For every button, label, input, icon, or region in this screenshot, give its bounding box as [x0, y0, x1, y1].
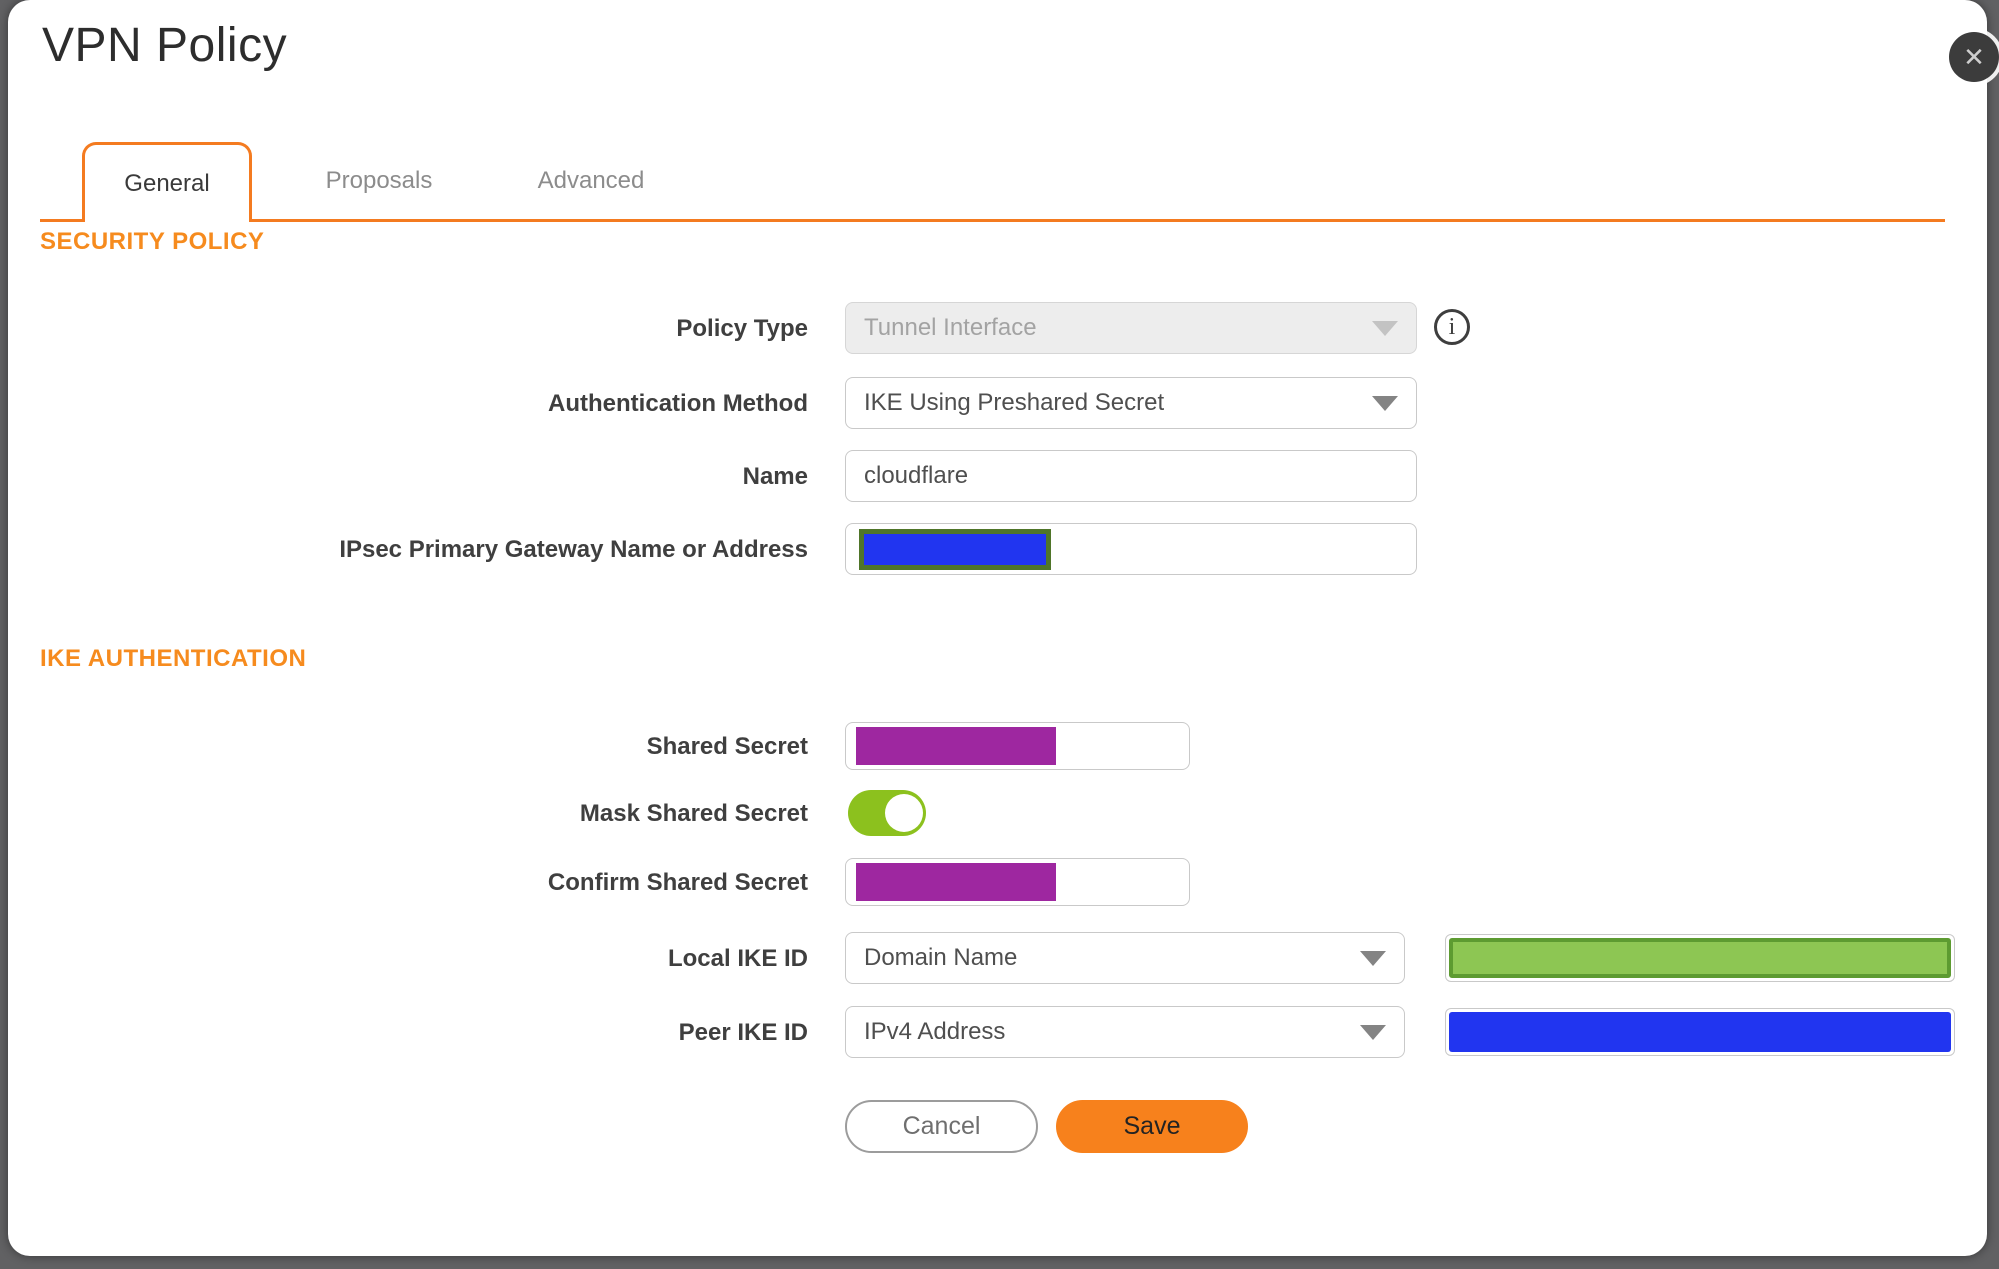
gateway-label: IPsec Primary Gateway Name or Address	[339, 536, 808, 563]
chevron-down-icon	[1360, 1025, 1386, 1040]
name-value: cloudflare	[864, 462, 969, 489]
policy-type-label: Policy Type	[676, 315, 808, 342]
page-title: VPN Policy	[42, 19, 288, 72]
tab-proposals[interactable]: Proposals	[294, 142, 464, 219]
local-ike-id-value-input[interactable]	[1445, 934, 1955, 982]
save-button[interactable]: Save	[1056, 1100, 1248, 1153]
policy-type-select: Tunnel Interface	[845, 302, 1417, 354]
tab-general[interactable]: General	[82, 142, 252, 222]
confirm-shared-secret-redaction-box	[856, 863, 1056, 901]
cancel-button[interactable]: Cancel	[845, 1100, 1038, 1153]
peer-ike-id-redaction-box	[1449, 1012, 1951, 1052]
chevron-down-icon	[1372, 321, 1398, 336]
auth-method-select[interactable]: IKE Using Preshared Secret	[845, 377, 1417, 429]
mask-shared-secret-toggle[interactable]	[848, 790, 926, 836]
peer-ike-id-type-value: IPv4 Address	[864, 1018, 1006, 1045]
local-ike-id-label: Local IKE ID	[667, 945, 808, 972]
name-label: Name	[742, 463, 808, 490]
toggle-knob	[885, 794, 923, 832]
security-policy-heading: SECURITY POLICY	[40, 228, 265, 255]
policy-type-value: Tunnel Interface	[864, 314, 1037, 341]
auth-method-label: Authentication Method	[548, 390, 808, 417]
confirm-shared-secret-label: Confirm Shared Secret	[547, 869, 808, 896]
tab-advanced[interactable]: Advanced	[506, 142, 676, 219]
close-icon: ✕	[1963, 42, 1985, 72]
local-ike-id-type-select[interactable]: Domain Name	[845, 932, 1405, 984]
local-ike-id-redaction-box	[1449, 938, 1951, 978]
close-button[interactable]: ✕	[1949, 32, 1999, 82]
local-ike-id-type-value: Domain Name	[864, 944, 1018, 971]
shared-secret-label: Shared Secret	[646, 733, 808, 760]
vpn-policy-dialog: VPN Policy ✕ General Proposals Advanced …	[8, 0, 1999, 1256]
mask-shared-secret-label: Mask Shared Secret	[579, 800, 808, 827]
name-input[interactable]: cloudflare	[845, 450, 1417, 502]
auth-method-value: IKE Using Preshared Secret	[864, 389, 1165, 416]
peer-ike-id-value-input[interactable]	[1445, 1008, 1955, 1056]
gateway-redaction-box	[859, 529, 1051, 570]
peer-ike-id-label: Peer IKE ID	[678, 1019, 808, 1046]
peer-ike-id-type-select[interactable]: IPv4 Address	[845, 1006, 1405, 1058]
tabbar: General Proposals Advanced	[82, 142, 676, 222]
chevron-down-icon	[1360, 951, 1386, 966]
ike-authentication-heading: IKE AUTHENTICATION	[40, 645, 307, 672]
shared-secret-redaction-box	[856, 727, 1056, 765]
chevron-down-icon	[1372, 396, 1398, 411]
info-icon[interactable]: i	[1434, 309, 1470, 345]
